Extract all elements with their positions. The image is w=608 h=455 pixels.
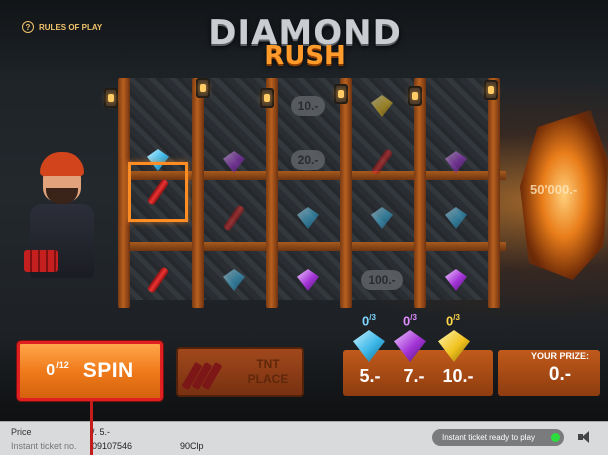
ticket-code: 90Clp — [180, 441, 204, 451]
rules-label: RULES OF PLAY — [39, 22, 103, 32]
grid-cell[interactable] — [204, 258, 264, 302]
purple-gem-icon — [223, 151, 245, 173]
purple-gem-icon — [445, 151, 467, 173]
grid-cell[interactable]: 20.- — [278, 138, 338, 182]
grid-cell[interactable] — [426, 140, 486, 184]
prize-chip: 20.- — [290, 150, 326, 170]
purple-gem-prize: 7.- — [403, 366, 425, 386]
dynamite-icon — [370, 148, 394, 176]
selected-grid-cell[interactable] — [128, 162, 188, 222]
prize-chip: 10.- — [290, 96, 326, 116]
tnt-label: TNT — [256, 357, 280, 371]
purple-gem-icon — [445, 269, 467, 291]
blue-gem-icon — [223, 269, 245, 291]
grid-cell[interactable] — [352, 140, 412, 184]
help-icon: ? — [22, 21, 34, 33]
grid-cell[interactable] — [278, 196, 338, 240]
grid-cell[interactable] — [352, 84, 412, 128]
ready-indicator-icon — [551, 433, 560, 442]
grid-cell[interactable] — [278, 258, 338, 302]
mine-grid: 10.- 20.- 100.- — [104, 78, 506, 310]
dynamite-icon — [146, 266, 170, 294]
game-subtitle: RUSH — [264, 41, 346, 71]
lantern-icon — [104, 88, 118, 108]
dynamite-belt-icon — [24, 250, 58, 272]
lantern-icon — [196, 78, 210, 98]
grid-cell[interactable] — [204, 196, 264, 240]
blue-gem-icon — [445, 207, 467, 229]
spin-button[interactable]: 0/12 SPIN — [17, 341, 163, 401]
lantern-icon — [260, 88, 274, 108]
ticket-number: 09107546 — [92, 441, 133, 451]
blue-gem-count: 0/3 — [362, 313, 376, 329]
grid-cell[interactable]: 100.- — [352, 258, 412, 302]
ready-text: Instant ticket ready to play — [442, 433, 535, 442]
grid-cell[interactable] — [128, 258, 188, 302]
blue-gem-prize: 5.- — [359, 366, 381, 386]
lantern-icon — [484, 80, 498, 100]
grid-cell[interactable] — [352, 196, 412, 240]
grid-cell[interactable]: 10.- — [278, 84, 338, 128]
blue-gem-icon — [297, 207, 319, 229]
dynamite-icon — [146, 178, 170, 206]
tnt-place-button[interactable]: TNT PLACE — [176, 347, 304, 397]
place-label: PLACE — [247, 372, 289, 386]
your-prize-label: YOUR PRIZE: — [530, 351, 589, 361]
dynamite-icon — [181, 361, 223, 391]
spin-label: SPIN — [82, 359, 134, 382]
jackpot-background-text: 50'000.- — [530, 182, 578, 197]
yellow-gem-icon — [371, 95, 393, 117]
ticket-label: Instant ticket no. — [11, 441, 77, 451]
your-prize-value: 0.- — [548, 364, 572, 385]
dynamite-icon — [222, 204, 246, 232]
prize-chip: 100.- — [361, 270, 403, 290]
ready-status-pill: Instant ticket ready to play — [432, 429, 564, 446]
grid-cell[interactable] — [204, 140, 264, 184]
yellow-gem-count: 0/3 — [446, 313, 460, 329]
blue-gem-icon — [371, 207, 393, 229]
miner-character — [10, 140, 120, 310]
grid-cell[interactable] — [426, 258, 486, 302]
game-stage: ? RULES OF PLAY DIAMOND RUSH 50'000.- 10… — [0, 0, 608, 421]
rules-of-play-link[interactable]: ? RULES OF PLAY — [22, 21, 102, 33]
purple-gem-count: 0/3 — [403, 313, 417, 329]
yellow-gem-prize: 10.- — [442, 366, 474, 386]
purple-gem-icon — [297, 269, 319, 291]
spin-counter: 0/12 — [46, 360, 69, 379]
annotation-pointer — [90, 401, 93, 455]
volume-icon[interactable] — [578, 430, 596, 444]
price-value: /. 5.- — [92, 427, 111, 437]
price-label: Price — [11, 427, 32, 437]
grid-cell[interactable] — [426, 196, 486, 240]
